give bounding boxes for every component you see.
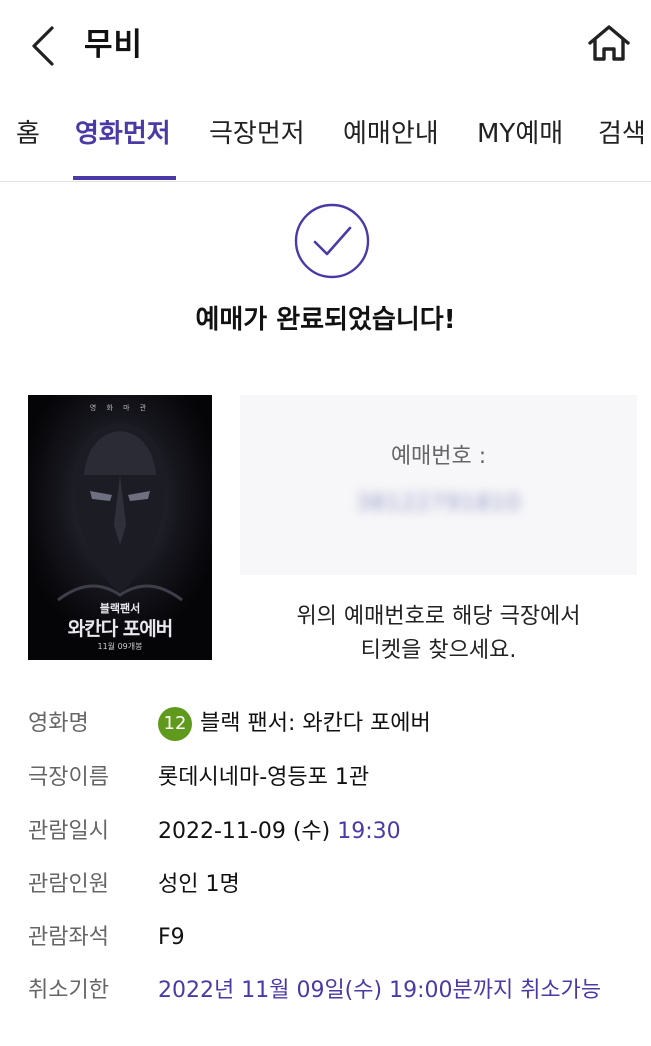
- page-title: 무비: [84, 27, 144, 63]
- detail-row-people: 관람인원 성인 1명: [0, 865, 651, 905]
- tab-home[interactable]: 홈: [16, 114, 40, 154]
- poster-title-large: 와칸다 포에버: [67, 618, 174, 640]
- guide-line-1: 위의 예매번호로 해당 극장에서: [296, 604, 581, 629]
- ticket-guide-text: 위의 예매번호로 해당 극장에서 티켓을 찾으세요.: [240, 600, 637, 668]
- age-rating-badge: 12: [158, 707, 192, 741]
- tab-theater-first[interactable]: 극장먼저: [209, 114, 305, 154]
- people-label: 관람인원: [28, 872, 109, 897]
- movie-label: 영화명: [28, 711, 89, 736]
- seat-label: 관람좌석: [28, 925, 109, 950]
- show-time: 19:30: [337, 819, 401, 844]
- app-header: 무비: [0, 0, 651, 92]
- poster-release-date: 11월 09개봉: [97, 642, 143, 651]
- people-value: 성인 1명: [158, 872, 240, 897]
- tab-my-booking[interactable]: MY예매: [477, 114, 563, 154]
- cancel-deadline-value: 2022년 11월 09일(수) 19:00분까지 취소가능: [158, 978, 602, 1003]
- seat-value: F9: [158, 925, 185, 950]
- detail-row-datetime: 관람일시 2022-11-09 (수) 19:30: [0, 812, 651, 852]
- tab-search[interactable]: 검색: [598, 114, 646, 154]
- tab-booking-guide[interactable]: 예매안내: [343, 114, 439, 154]
- datetime-value: 2022-11-09 (수) 19:30: [158, 812, 401, 852]
- booking-number-label: 예매번호 :: [390, 444, 487, 469]
- back-button[interactable]: [22, 22, 62, 70]
- movie-poster: 영 화 마 관 블랙팬서 와칸다 포에버 11월 09개봉: [28, 395, 212, 660]
- cancel-deadline-label: 취소기한: [28, 978, 109, 1003]
- detail-row-movie: 영화명 12 블랙 팬서: 와칸다 포에버: [0, 704, 651, 744]
- poster-studio-text: 영 화 마 관: [89, 404, 151, 412]
- tab-bar: 홈 영화먼저 극장먼저 예매안내 MY예매 검색: [0, 100, 651, 182]
- home-button[interactable]: [584, 20, 634, 68]
- show-date: 2022-11-09 (수): [158, 819, 331, 844]
- datetime-label: 관람일시: [28, 819, 109, 844]
- chevron-left-icon: [32, 26, 54, 66]
- theater-label: 극장이름: [28, 765, 109, 790]
- booking-number-value: 38122791810: [356, 491, 521, 516]
- detail-row-cancel: 취소기한 2022년 11월 09일(수) 19:00분까지 취소가능: [0, 971, 651, 1011]
- completion-title: 예매가 완료되었습니다!: [195, 305, 456, 335]
- theater-value: 롯데시네마-영등포 1관: [158, 765, 370, 790]
- guide-line-2: 티켓을 찾으세요.: [360, 638, 517, 663]
- home-icon: [588, 25, 630, 61]
- movie-value: 12 블랙 팬서: 와칸다 포에버: [158, 704, 431, 744]
- booking-number-box: 예매번호 : 38122791810: [240, 395, 637, 575]
- detail-row-theater: 극장이름 롯데시네마-영등포 1관: [0, 758, 651, 798]
- tab-movie-first[interactable]: 영화먼저: [75, 114, 171, 154]
- detail-row-seat: 관람좌석 F9: [0, 918, 651, 958]
- check-circle-icon: [294, 203, 370, 279]
- movie-title: 블랙 팬서: 와칸다 포에버: [200, 711, 431, 736]
- active-tab-indicator: [73, 176, 176, 180]
